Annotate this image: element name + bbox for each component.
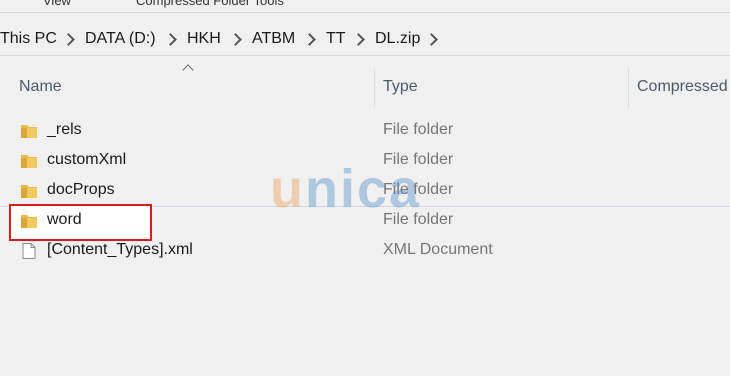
file-type: File folder xyxy=(383,121,454,138)
chevron-right-icon[interactable] xyxy=(229,33,242,46)
breadcrumb-hkh[interactable]: HKH xyxy=(187,30,221,48)
file-name: [Content_Types].xml xyxy=(47,241,193,258)
breadcrumb-dl-zip[interactable]: DL.zip xyxy=(375,30,420,48)
list-item[interactable]: [Content_Types].xml XML Document xyxy=(0,236,730,266)
column-header-type[interactable]: Type xyxy=(383,78,418,96)
chevron-right-icon[interactable] xyxy=(164,33,177,46)
ribbon-tab-compressed-folder-tools[interactable]: Compressed Folder Tools xyxy=(136,0,284,8)
column-divider[interactable] xyxy=(374,68,375,108)
ribbon-tabs: View Compressed Folder Tools xyxy=(0,0,730,13)
chevron-right-icon[interactable] xyxy=(62,33,75,46)
breadcrumb-this-pc[interactable]: This PC xyxy=(0,30,57,48)
file-name: customXml xyxy=(47,151,127,168)
breadcrumb-data-drive[interactable]: DATA (D:) xyxy=(85,30,156,48)
column-header-compressed[interactable]: Compressed xyxy=(637,78,728,96)
breadcrumb-tt[interactable]: TT xyxy=(326,30,346,48)
file-name: _rels xyxy=(47,121,82,138)
file-name: docProps xyxy=(47,181,115,198)
folder-icon xyxy=(21,155,37,168)
unica-watermark-logo: unica xyxy=(270,159,422,219)
file-type: XML Document xyxy=(383,241,493,258)
breadcrumb[interactable]: This PC DATA (D:) HKH ATBM TT DL.zip xyxy=(0,23,730,56)
breadcrumb-atbm[interactable]: ATBM xyxy=(252,30,295,48)
folder-icon xyxy=(21,185,37,198)
chevron-right-icon[interactable] xyxy=(303,33,316,46)
folder-icon xyxy=(21,215,37,228)
list-item[interactable]: _rels File folder xyxy=(0,116,730,146)
column-divider[interactable] xyxy=(628,68,629,108)
file-name: word xyxy=(47,211,82,228)
folder-icon xyxy=(21,125,37,138)
ribbon-tab-view[interactable]: View xyxy=(43,0,71,8)
column-header-name[interactable]: Name xyxy=(19,78,62,96)
chevron-right-icon[interactable] xyxy=(352,33,365,46)
document-icon xyxy=(22,243,36,259)
chevron-right-icon[interactable] xyxy=(425,33,438,46)
